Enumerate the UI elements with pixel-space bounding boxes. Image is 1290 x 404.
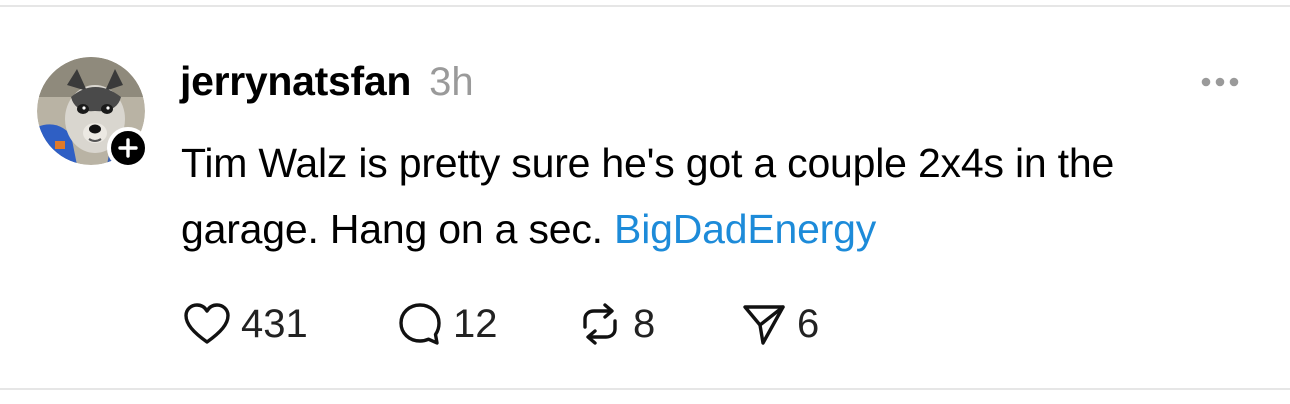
follow-button[interactable] xyxy=(107,127,149,169)
like-count: 431 xyxy=(241,302,308,346)
repost-icon xyxy=(583,303,617,345)
post-body: Tim Walz is pretty sure he's got a coupl… xyxy=(181,130,1261,262)
avatar-container[interactable] xyxy=(37,57,149,169)
action-bar: 431 12 8 6 xyxy=(183,298,861,350)
top-divider xyxy=(0,5,1290,7)
heart-icon xyxy=(184,303,230,344)
post-header: jerrynatsfan 3h xyxy=(180,58,474,114)
bottom-divider xyxy=(0,388,1290,390)
timestamp: 3h xyxy=(429,60,474,104)
reply-count: 12 xyxy=(453,302,498,346)
reply-button[interactable]: 12 xyxy=(397,298,577,350)
share-button[interactable]: 6 xyxy=(741,298,861,350)
plus-icon xyxy=(118,138,138,158)
hashtag-link[interactable]: BigDadEnergy xyxy=(614,206,876,252)
more-horizontal-icon xyxy=(1201,77,1239,87)
comment-icon xyxy=(399,303,441,345)
share-count: 6 xyxy=(797,302,820,346)
more-options-button[interactable] xyxy=(1196,70,1244,94)
like-button[interactable]: 431 xyxy=(183,298,397,350)
send-icon xyxy=(743,305,785,345)
username[interactable]: jerrynatsfan xyxy=(180,58,411,105)
repost-button[interactable]: 8 xyxy=(577,298,741,350)
repost-count: 8 xyxy=(633,302,656,346)
